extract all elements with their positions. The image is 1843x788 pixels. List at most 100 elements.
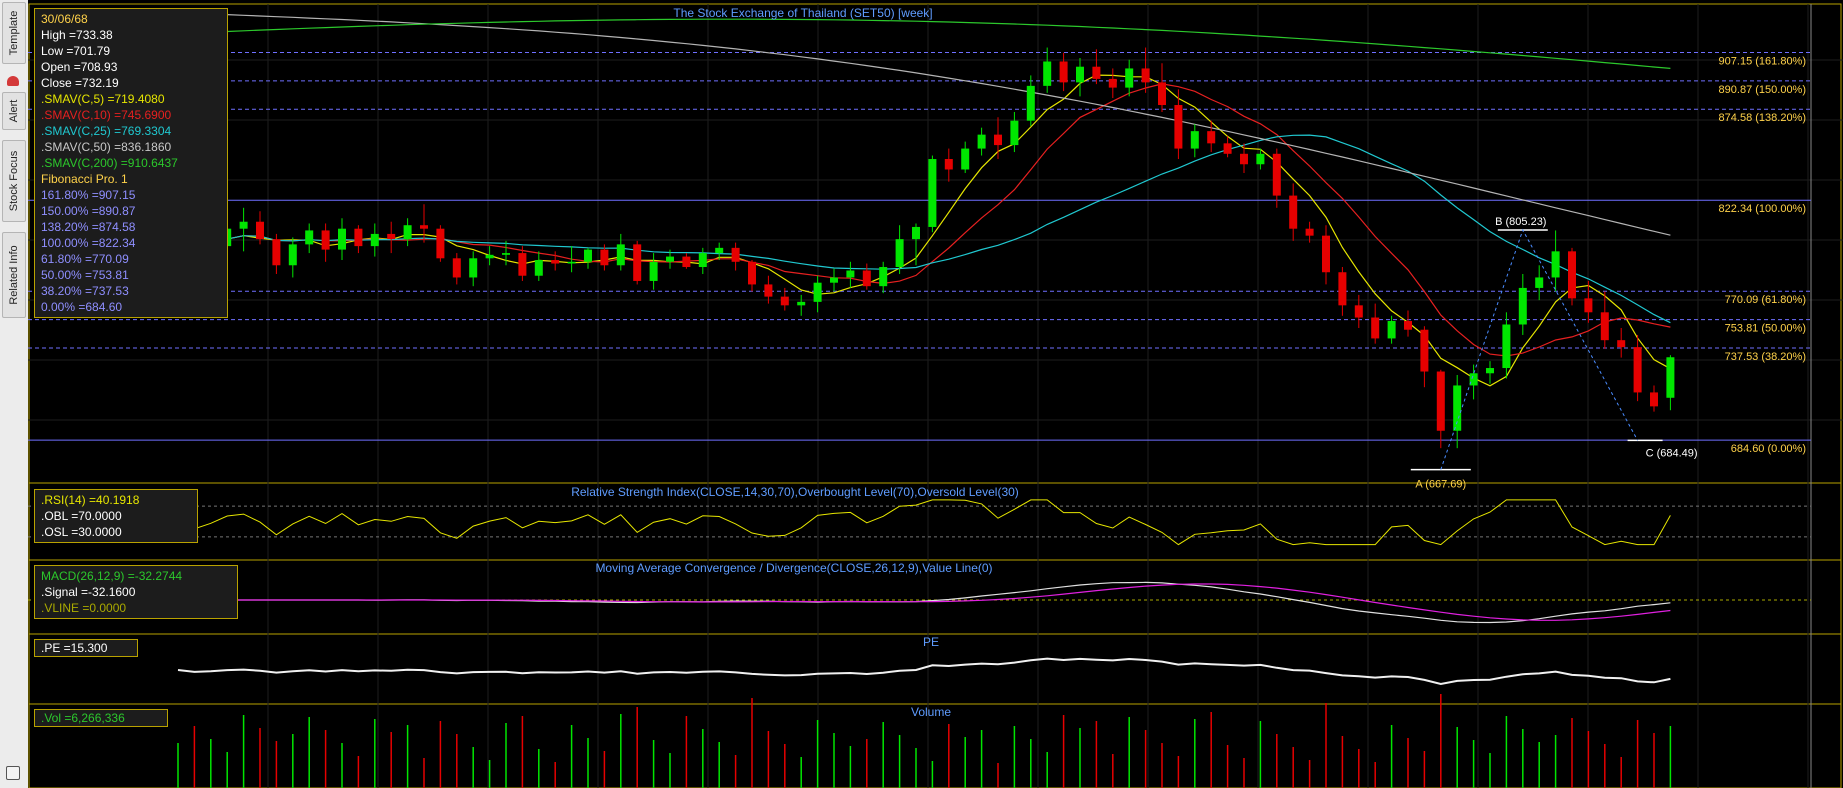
fib-label: 737.53 (38.20%) [1725,351,1806,363]
page-corner-icon[interactable] [6,766,20,780]
candle-body [436,228,445,259]
candle-body [370,233,379,247]
candle-body [977,134,986,149]
point-b-label: B (805.23) [1495,216,1546,228]
fib-label: 890.87 (150.00%) [1719,84,1806,96]
candle-body [485,254,494,259]
candle-body [879,267,888,287]
candle-body [731,247,740,262]
candle-body [600,249,609,266]
candle-body [830,277,838,283]
candle-body [961,148,970,170]
candle-body [1600,312,1609,341]
candle-body [928,159,937,227]
rsi-title: Relative Strength Index(CLOSE,14,30,70),… [571,485,1019,499]
info-fib-618: 61.80% =770.09 [41,252,129,266]
volume-info-box: .Vol =6,266,336 [34,709,168,727]
candle-body [1158,82,1166,106]
pe-value: .PE =15.300 [41,641,108,655]
info-close: Close =732.19 [41,76,119,90]
fib-label: 770.09 (61.80%) [1725,294,1806,306]
rsi-obl: .OBL =70.0000 [41,509,122,523]
info-date: 30/06/68 [41,12,88,26]
alert-bell-icon[interactable] [7,76,19,86]
tab-related-info-label: Related Info [8,245,20,305]
candle-body [1141,68,1150,83]
macd-signal: .Signal =-32.1600 [41,585,136,599]
candle-body [1633,347,1642,393]
candle-body [1518,287,1527,325]
info-fib-500: 50.00% =753.81 [41,268,129,282]
candle-body [1338,272,1347,306]
candle-body [944,159,953,170]
sma5-line [177,74,1671,387]
candle-body [1453,385,1462,431]
sma50-line [177,12,1671,236]
rsi-info-box: .RSI(14) =40.1918 .OBL =70.0000 .OSL =30… [34,489,198,543]
info-fib-1500: 150.00% =890.87 [41,204,136,218]
candle-body [551,260,560,264]
candle-body [403,225,412,240]
candle-body [912,226,920,240]
candle-body [682,256,691,268]
candle-body [1469,373,1478,386]
info-smav50: .SMAV(C,50) =836.1860 [41,140,172,154]
info-fib-1382: 138.20% =874.58 [41,220,136,234]
tab-stock-focus[interactable]: Stock Focus [2,140,26,222]
tab-template-label: Template [8,10,20,56]
main-info-box: 30/06/68 High =733.38 Low =701.79 Open =… [34,8,228,318]
chart-canvas[interactable]: 907.15 (161.80%) 890.87 (150.00%) 874.58 (… [28,0,1843,788]
candle-body [239,221,248,229]
macd-info-box: MACD(26,12,9) =-32.2744 .Signal =-32.160… [34,565,238,619]
info-fib-1618: 161.80% =907.15 [41,188,136,202]
side-tab-bar: Template Alert Stock Focus Related Info [0,0,29,788]
candle-body [1289,195,1298,229]
info-fib-382: 38.20% =737.53 [41,284,129,298]
candle-body [895,239,904,268]
candle-body [1043,61,1052,86]
point-c-label: C (684.49) [1646,447,1698,459]
candle-body [1190,131,1199,149]
point-a-label: A (667.69) [1415,479,1466,491]
tab-related-info[interactable]: Related Info [2,232,26,318]
rsi-value: .RSI(14) =40.1918 [41,493,140,507]
chart-area[interactable]: 907.15 (161.80%) 890.87 (150.00%) 874.58 (… [28,0,1843,788]
candle-body [1666,357,1675,398]
info-high: High =733.38 [41,28,113,42]
candle-body [1010,120,1019,146]
info-smav200: .SMAV(C,200) =910.6437 [41,156,178,170]
candle-body [1551,251,1560,278]
candle-body [272,239,281,266]
macd-line [178,581,1671,624]
candle-body [420,225,428,229]
candle-body [321,230,330,250]
candle-body [1486,368,1494,374]
candle-body [633,244,642,281]
candle-body [1371,317,1380,339]
candle-body [1420,329,1429,372]
candle-body [748,261,756,285]
tab-template[interactable]: Template [2,2,26,64]
candle-body [715,247,724,254]
candle-body [1174,105,1183,149]
candle-body [698,253,707,268]
candle-body [813,282,822,302]
candle-body [1108,78,1117,88]
candle-body [354,228,363,247]
info-smav10: .SMAV(C,10) =745.6900 [41,108,172,122]
tab-alert[interactable]: Alert [2,92,26,130]
sma10-line [177,83,1671,357]
candle-body [797,301,806,306]
volume-title: Volume [910,705,952,719]
candle-body [666,256,674,262]
candle-body [305,230,314,245]
candle-body [1240,153,1248,165]
candle-body [1322,235,1330,273]
candle-body [1305,228,1314,236]
fib-label: 753.81 (50.00%) [1725,323,1806,335]
candle-body [764,284,773,297]
candle-body [469,258,478,278]
macd-vline: .VLINE =0.0000 [41,601,127,615]
fib-label: 684.60 (0.00%) [1731,443,1806,455]
volume-value: .Vol =6,266,336 [41,711,125,725]
